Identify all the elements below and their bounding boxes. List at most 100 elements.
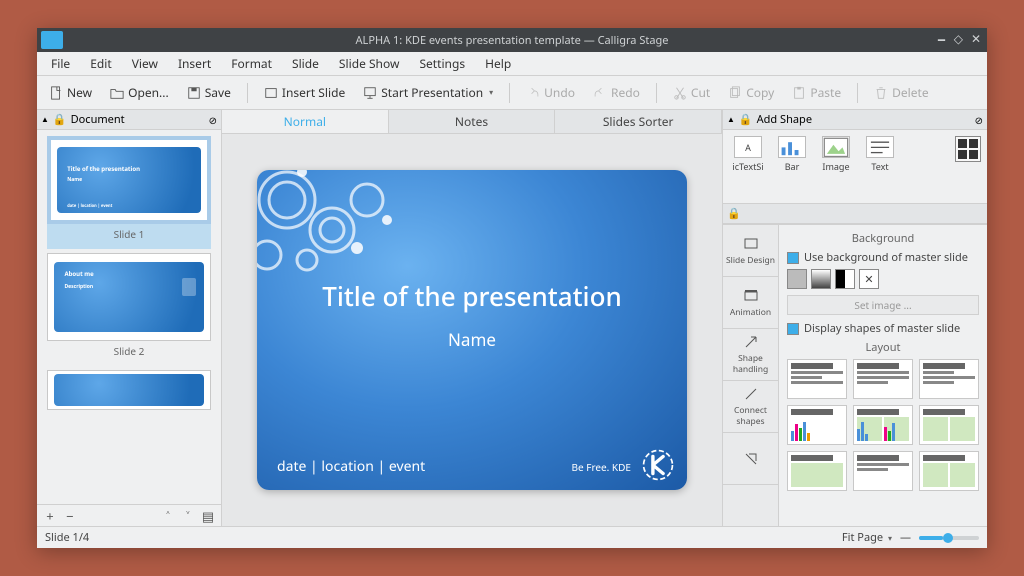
chevron-down-icon: ▾ (888, 533, 892, 544)
fill-solid[interactable] (787, 269, 807, 289)
tab-notes[interactable]: Notes (389, 110, 556, 133)
undo-icon (526, 86, 540, 100)
save-icon (187, 86, 201, 100)
layout-option[interactable] (787, 451, 847, 491)
separator (656, 83, 657, 103)
fill-gradient[interactable] (811, 269, 831, 289)
tab-sorter[interactable]: Slides Sorter (555, 110, 722, 133)
slide-footer-text[interactable]: date | location | event (277, 457, 425, 476)
paste-icon (792, 86, 806, 100)
slide-thumbnail[interactable] (47, 370, 211, 410)
maximize-icon[interactable]: ◇ (954, 30, 963, 51)
vtab-animation[interactable]: Animation (723, 277, 778, 329)
lock-icon[interactable]: 🔒 (53, 112, 67, 127)
window-title: ALPHA 1: KDE events presentation templat… (37, 33, 987, 48)
shape-grid-toggle[interactable] (955, 136, 981, 162)
layout-heading: Layout (787, 340, 979, 355)
slide-subtitle-text[interactable]: Name (257, 328, 687, 351)
set-image-button[interactable]: Set image ... (787, 295, 979, 315)
lock-icon[interactable]: 🔒 (739, 112, 753, 127)
tool-tabs: Slide Design Animation Shape handling Co… (723, 225, 779, 526)
start-presentation-button[interactable]: Start Presentation▾ (357, 81, 499, 104)
layout-option[interactable] (853, 405, 913, 445)
delete-button[interactable]: Delete (868, 81, 935, 104)
add-shape-header: ▲ 🔒 Add Shape ⊘ (723, 110, 987, 130)
layout-option[interactable] (919, 405, 979, 445)
layout-option[interactable] (853, 451, 913, 491)
slide-thumbnail[interactable]: Title of the presentation Name date | lo… (47, 136, 211, 249)
slide-panel: ▲ 🔒 Document ⊘ Title of the presentation… (37, 110, 222, 526)
menu-slide[interactable]: Slide (284, 53, 327, 74)
shape-artistic-text[interactable]: AicTextSi (729, 136, 767, 173)
panel-close-icon[interactable]: ⊘ (209, 113, 217, 127)
menu-edit[interactable]: Edit (82, 53, 119, 74)
zoom-out-button[interactable]: — (900, 530, 911, 545)
vtab-shape-handling[interactable]: Shape handling (723, 329, 778, 381)
paste-button[interactable]: Paste (786, 81, 847, 104)
menu-insert[interactable]: Insert (170, 53, 219, 74)
fill-pattern[interactable] (835, 269, 855, 289)
layout-option[interactable] (787, 359, 847, 399)
copy-button[interactable]: Copy (722, 81, 780, 104)
zoom-fit-button[interactable]: Fit Page ▾ (842, 530, 892, 545)
fill-type-swatches: ✕ (787, 269, 979, 289)
outline-view-button[interactable]: ▤ (199, 507, 217, 525)
use-master-bg-checkbox[interactable]: Use background of master slide (787, 250, 979, 265)
vtab-more[interactable] (723, 433, 778, 485)
layout-option[interactable] (787, 405, 847, 445)
tab-normal[interactable]: Normal (222, 110, 389, 133)
layout-option[interactable] (919, 451, 979, 491)
slide-tagline-text: Be Free. KDE (572, 460, 631, 474)
vtab-slide-design[interactable]: Slide Design (723, 225, 778, 277)
undo-button[interactable]: Undo (520, 81, 581, 104)
open-button[interactable]: Open... (104, 81, 175, 104)
slide-canvas[interactable]: Title of the presentation Name date | lo… (222, 134, 722, 526)
slide-title-text[interactable]: Title of the presentation (257, 278, 687, 314)
panel-close-icon[interactable]: ⊘ (975, 113, 983, 127)
insert-slide-button[interactable]: Insert Slide (258, 81, 351, 104)
add-slide-button[interactable]: + (41, 507, 59, 525)
artistic-text-icon: A (734, 136, 762, 158)
collapse-icon[interactable]: ▲ (727, 114, 735, 125)
close-icon[interactable]: ✕ (971, 30, 981, 51)
tools-header: 🔒 (723, 204, 987, 224)
menu-format[interactable]: Format (223, 53, 280, 74)
layout-option[interactable] (919, 359, 979, 399)
insert-slide-icon (264, 86, 278, 100)
chevron-down-icon[interactable]: ▾ (489, 87, 493, 98)
minimize-icon[interactable]: 🗕 (937, 30, 946, 51)
document-new-icon (49, 86, 63, 100)
shape-image[interactable]: Image (817, 136, 855, 173)
remove-slide-button[interactable]: − (61, 507, 79, 525)
zoom-slider[interactable] (919, 536, 979, 540)
slide-thumbnail[interactable]: About me Description Slide 2 (47, 253, 211, 366)
menu-settings[interactable]: Settings (411, 53, 473, 74)
shape-bar[interactable]: Bar (773, 136, 811, 173)
save-button[interactable]: Save (181, 81, 237, 104)
shape-text[interactable]: Text (861, 136, 899, 173)
fill-none[interactable]: ✕ (859, 269, 879, 289)
app-menu-button[interactable] (41, 31, 63, 49)
right-dock: ▲ 🔒 Add Shape ⊘ AicTextSi Bar Image Text… (722, 110, 987, 526)
menu-view[interactable]: View (124, 53, 166, 74)
cut-button[interactable]: Cut (667, 81, 716, 104)
menu-slideshow[interactable]: Slide Show (331, 53, 408, 74)
app-window: ALPHA 1: KDE events presentation templat… (37, 28, 987, 548)
text-shape-icon (866, 136, 894, 158)
vtab-connect-shapes[interactable]: Connect shapes (723, 381, 778, 433)
delete-icon (874, 86, 888, 100)
collapse-icon[interactable]: ▲ (41, 114, 49, 125)
slide-panel-footer: + − ˄ ˅ ▤ (37, 504, 221, 526)
new-button[interactable]: New (43, 81, 98, 104)
menu-help[interactable]: Help (477, 53, 519, 74)
lock-icon[interactable]: 🔒 (727, 206, 741, 221)
move-down-button[interactable]: ˅ (179, 507, 197, 525)
slide[interactable]: Title of the presentation Name date | lo… (257, 170, 687, 490)
layout-option[interactable] (853, 359, 913, 399)
display-master-shapes-checkbox[interactable]: Display shapes of master slide (787, 321, 979, 336)
move-up-button[interactable]: ˄ (159, 507, 177, 525)
menu-file[interactable]: File (43, 53, 78, 74)
redo-button[interactable]: Redo (587, 81, 646, 104)
decorative-circles-icon (257, 170, 427, 290)
statusbar: Slide 1/4 Fit Page ▾ — (37, 526, 987, 548)
